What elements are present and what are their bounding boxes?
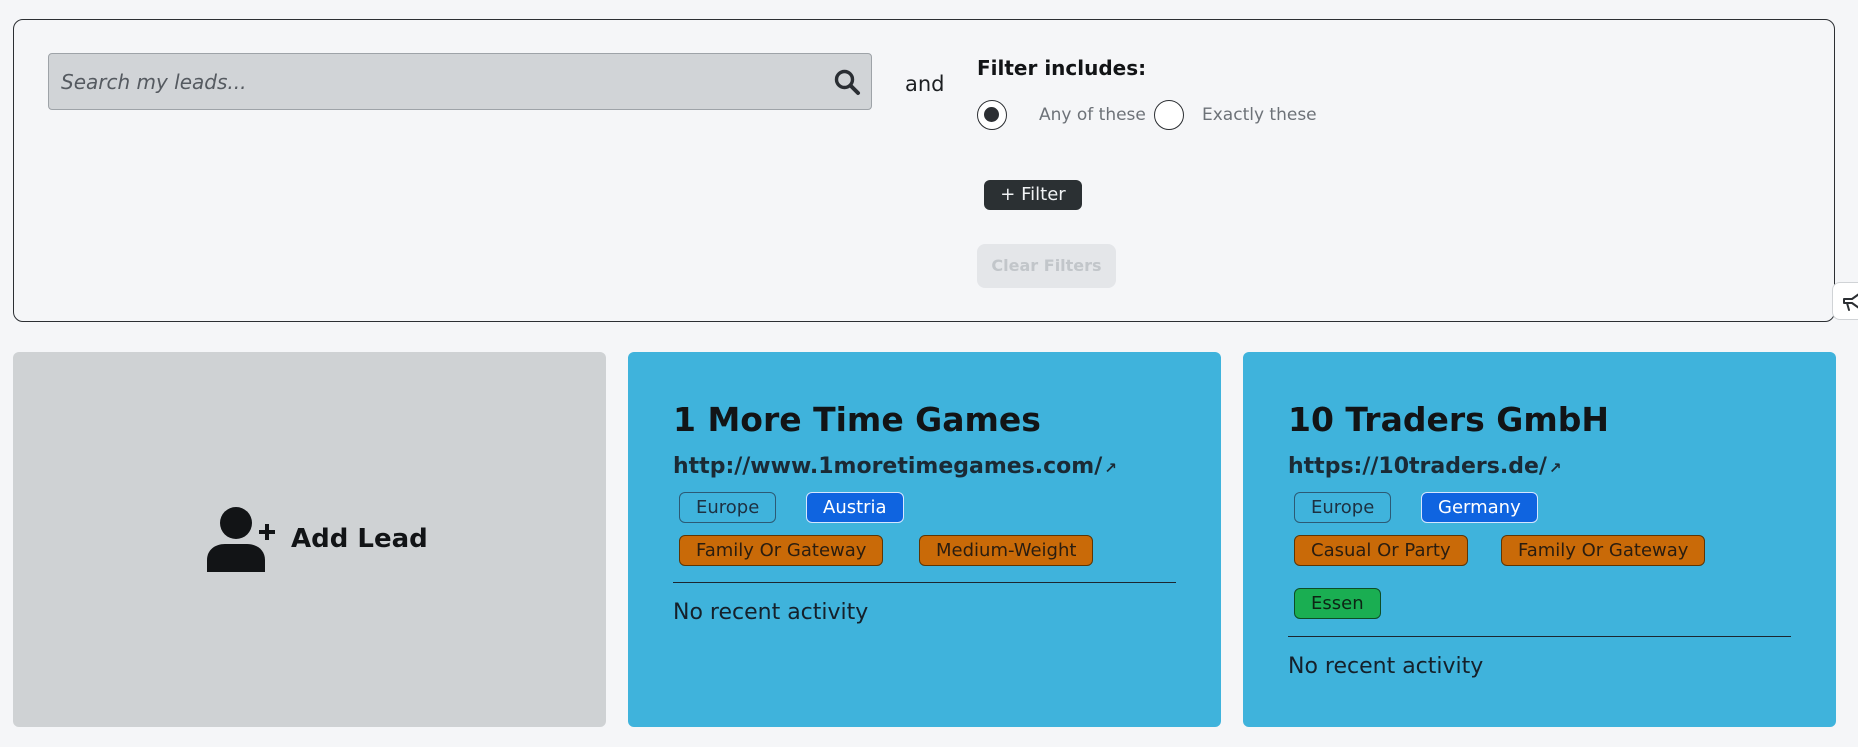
activity-status: No recent activity [1288,654,1484,679]
lead-name: 1 More Time Games [673,400,1041,439]
card-divider [1288,636,1791,637]
country-tag: Austria [806,492,904,523]
lead-url-text: http://www.1moretimegames.com/ [673,454,1103,479]
lead-card[interactable]: 1 More Time Games http://www.1moretimega… [628,352,1221,727]
search-box [48,53,872,110]
filter-includes-title: Filter includes: [977,56,1147,80]
add-user-icon [207,507,275,572]
add-lead-label: Add Lead [291,524,428,554]
add-filter-button[interactable]: + Filter [984,180,1082,210]
app-root: and Filter includes: Any of these Exactl… [0,0,1858,747]
genre-tag: Casual Or Party [1294,535,1468,566]
lead-url-link[interactable]: http://www.1moretimegames.com/↗ [673,454,1117,479]
country-tag: Germany [1421,492,1538,523]
lead-card[interactable]: 10 Traders GmbH https://10traders.de/↗ E… [1243,352,1836,727]
genre-tag: Medium-Weight [919,535,1094,566]
genre-tag: Family Or Gateway [679,535,884,566]
search-input[interactable] [49,54,819,109]
radio-label-any: Any of these [1039,105,1146,125]
lead-name: 10 Traders GmbH [1288,400,1609,439]
external-link-icon: ↗ [1548,459,1562,477]
clear-filters-button[interactable]: Clear Filters [977,244,1116,288]
add-lead-card[interactable]: Add Lead [13,352,606,727]
feedback-tab[interactable] [1832,282,1858,320]
activity-status: No recent activity [673,600,869,625]
city-tag: Essen [1294,588,1381,619]
radio-any-of-these[interactable] [977,100,1007,130]
filter-panel: and Filter includes: Any of these Exactl… [13,19,1835,322]
radio-label-exactly: Exactly these [1202,105,1317,125]
search-icon[interactable] [833,68,861,96]
lead-url-text: https://10traders.de/ [1288,454,1547,479]
megaphone-icon [1843,293,1858,311]
lead-url-link[interactable]: https://10traders.de/↗ [1288,454,1562,479]
region-tag: Europe [1294,492,1392,523]
and-label: and [905,72,945,96]
add-lead-content: Add Lead [205,506,428,572]
external-link-icon: ↗ [1104,459,1117,477]
card-divider [673,582,1176,583]
radio-exactly-these[interactable] [1154,100,1184,130]
genre-tag: Family Or Gateway [1501,535,1706,566]
region-tag: Europe [679,492,777,523]
